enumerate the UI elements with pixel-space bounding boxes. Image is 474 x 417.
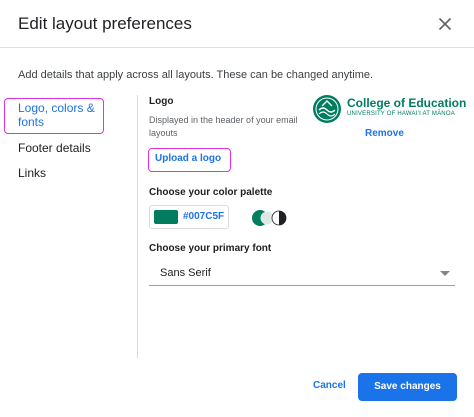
college-emblem-icon	[313, 95, 341, 123]
color-picker-field[interactable]: #007C5F	[149, 205, 229, 229]
logo-section-label: Logo	[149, 96, 174, 107]
color-hex-value: #007C5F	[183, 211, 225, 222]
college-logo: College of Education UNIVERSITY OF HAWAI…	[312, 93, 466, 125]
contrast-toggle-icon	[252, 210, 287, 226]
close-button[interactable]	[433, 12, 457, 36]
upload-logo-link[interactable]: Upload a logo	[155, 153, 221, 164]
color-swatch	[154, 210, 178, 224]
chevron-down-icon	[440, 271, 450, 276]
vertical-divider	[137, 95, 138, 358]
layout-preferences-dialog: Edit layout preferences Add details that…	[0, 0, 474, 417]
remove-logo-link[interactable]: Remove	[365, 128, 404, 139]
logo-title: College of Education	[347, 96, 467, 110]
nav-item-logo-colors-fonts[interactable]: Logo, colors & fonts	[18, 101, 102, 129]
nav-item-footer-details[interactable]: Footer details	[18, 141, 91, 155]
font-select[interactable]: Sans Serif	[149, 262, 455, 286]
palette-section-label: Choose your color palette	[149, 187, 273, 198]
logo-subtitle: UNIVERSITY OF HAWAIʻI AT MĀNOA	[347, 111, 455, 117]
theme-toggle[interactable]	[251, 209, 289, 227]
save-changes-button[interactable]: Save changes	[358, 373, 457, 401]
cancel-button[interactable]: Cancel	[313, 380, 346, 391]
dialog-title: Edit layout preferences	[18, 14, 192, 33]
font-section-label: Choose your primary font	[149, 243, 272, 254]
dialog-header: Edit layout preferences	[0, 0, 474, 48]
nav-item-links[interactable]: Links	[18, 166, 46, 180]
logo-help-text: Displayed in the header of your email la…	[149, 115, 298, 138]
close-icon	[438, 17, 452, 31]
font-select-value: Sans Serif	[160, 267, 211, 279]
dialog-description: Add details that apply across all layout…	[18, 69, 374, 81]
